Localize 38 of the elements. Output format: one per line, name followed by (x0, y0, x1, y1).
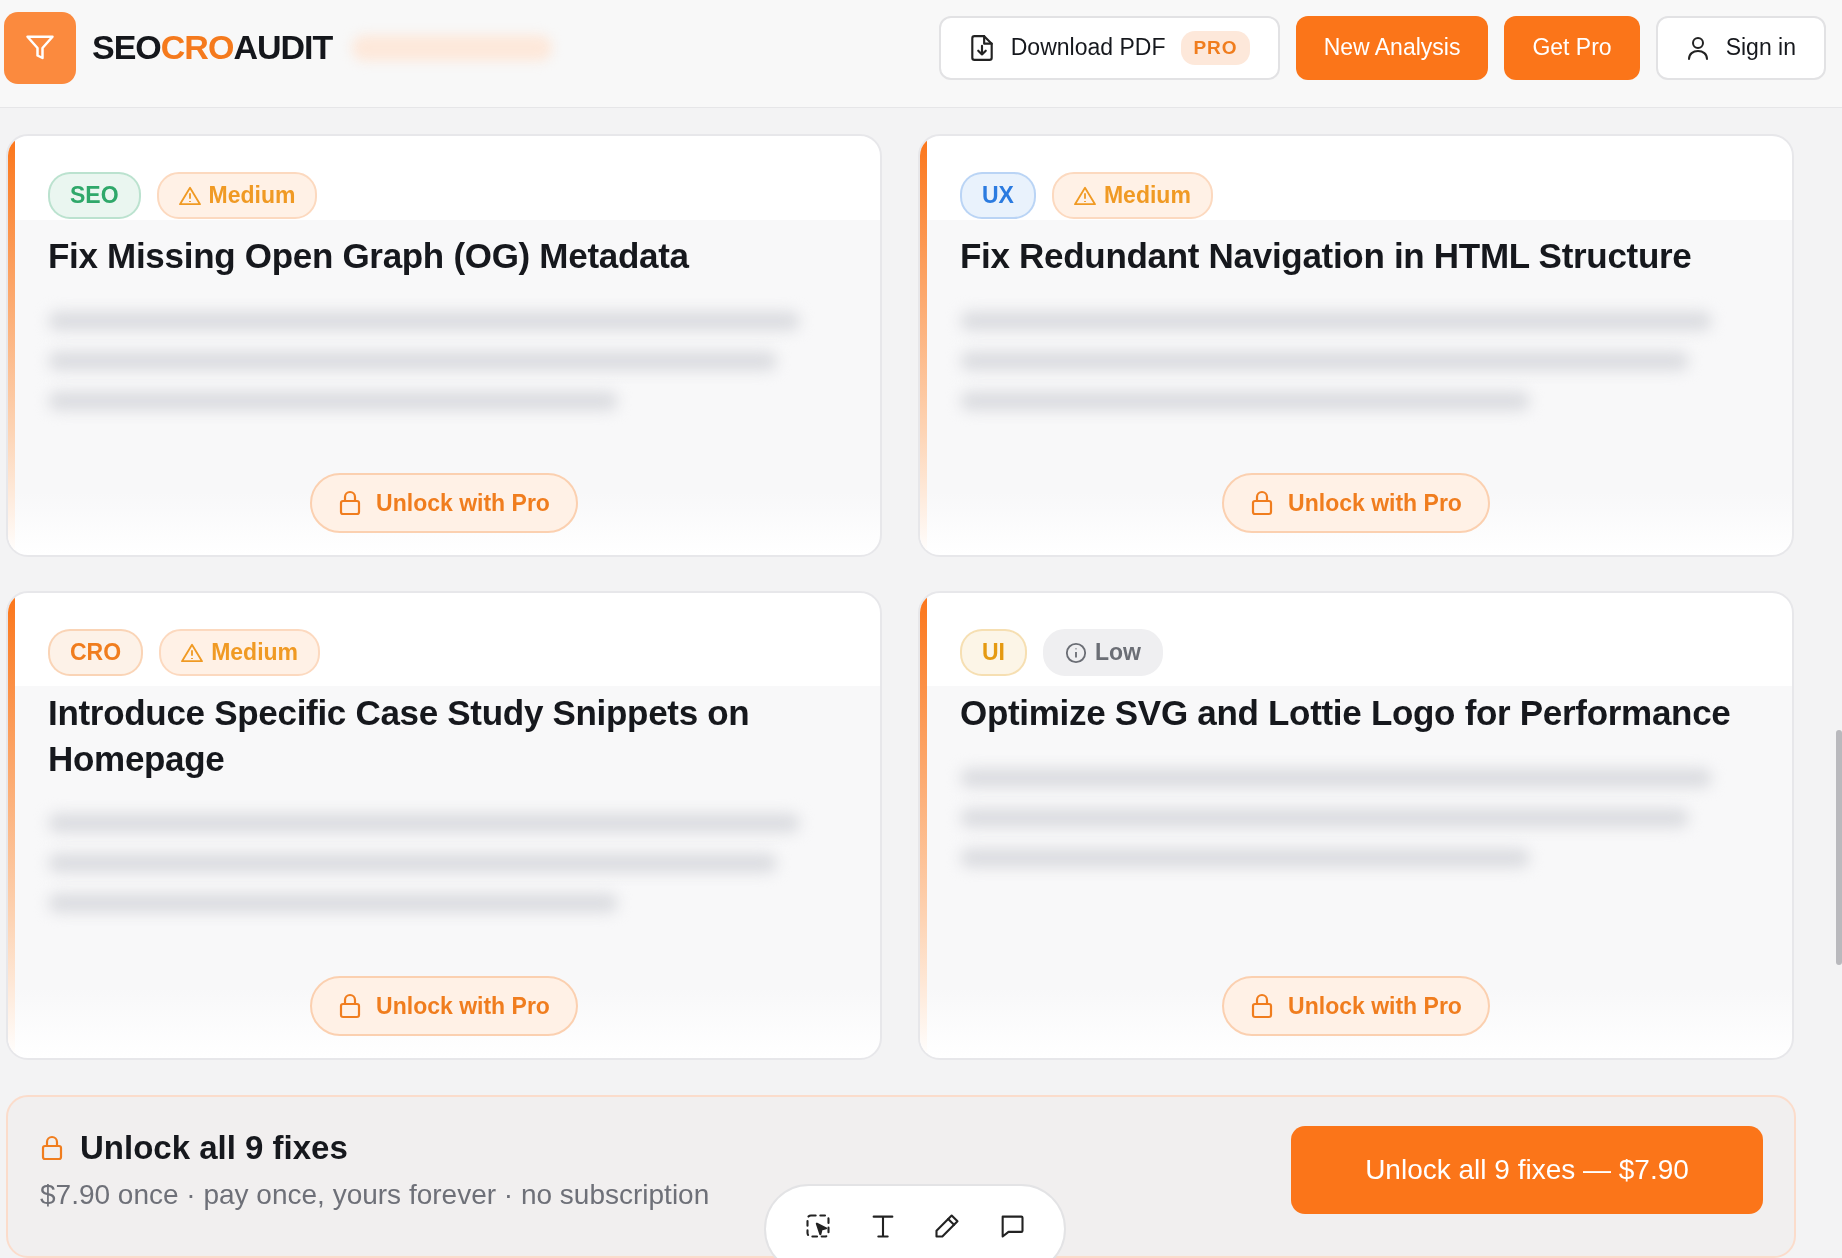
lock-icon (1250, 993, 1275, 1019)
header-button[interactable]: New Analysis (1295, 15, 1489, 80)
logo-icon (4, 11, 76, 84)
severity-tag: Medium (156, 172, 318, 219)
header-button[interactable]: Get Pro (1504, 15, 1640, 80)
fix-title: Fix Missing Open Graph (OG) Metadata (48, 235, 691, 277)
unlock-all-button[interactable]: Unlock all 9 fixes — $7.90 (1291, 1125, 1763, 1214)
unlock-button[interactable]: Unlock with Pro (1222, 473, 1490, 533)
lock-icon (40, 1134, 64, 1161)
unlock-title: Unlock all 9 fixes (80, 1128, 348, 1167)
severity-tag: Low (1043, 629, 1163, 676)
header-button[interactable]: Download PDF PRO (938, 15, 1280, 80)
fix-title: Optimize SVG and Lottie Logo for Performance (960, 692, 1732, 734)
logo-text: SEOCROAUDIT (92, 28, 333, 67)
scrollbar-thumb[interactable] (1836, 730, 1842, 965)
warning-icon (178, 185, 201, 206)
download-file-icon (968, 33, 995, 62)
warning-icon (181, 642, 204, 663)
fix-title: Introduce Specific Case Study Snippets on Homepage (48, 692, 751, 780)
unlock-button[interactable]: Unlock with Pro (310, 976, 578, 1036)
lock-icon (338, 490, 363, 516)
category-tag: CRO (48, 629, 144, 676)
category-tag: UI (960, 629, 1027, 676)
severity-tag: Medium (1051, 172, 1213, 219)
user-icon (1685, 34, 1710, 61)
unlock-button[interactable]: Unlock with Pro (1222, 976, 1490, 1036)
category-tag: SEO (48, 172, 141, 219)
lock-icon (1250, 490, 1275, 516)
pro-badge: PRO (1181, 30, 1250, 65)
header-button[interactable]: Sign in (1655, 15, 1826, 80)
category-tag: UX (960, 172, 1036, 219)
unlock-button[interactable]: Unlock with Pro (310, 473, 578, 533)
lock-icon (338, 993, 363, 1019)
severity-tag: Medium (159, 629, 320, 676)
warning-icon (1073, 185, 1096, 206)
fix-title: Fix Redundant Navigation in HTML Structure (960, 235, 1693, 277)
info-icon (1065, 641, 1087, 664)
pricing-text: $7.90 once · pay once, yours forever · no subscription (40, 1178, 711, 1211)
